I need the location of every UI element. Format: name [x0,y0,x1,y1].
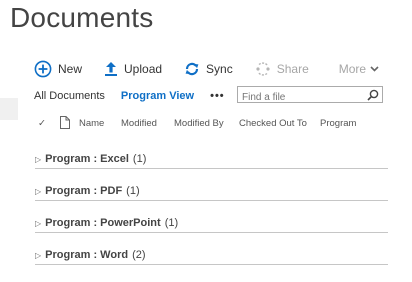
upload-label: Upload [124,62,163,76]
group-row-excel[interactable]: ▷ Program : Excel (1) [35,150,388,169]
page-title: Documents [10,2,154,33]
expand-arrow-icon[interactable]: ▷ [35,251,41,260]
chevron-down-icon [370,66,379,72]
group-row-word[interactable]: ▷ Program : Word (2) [35,246,388,265]
select-all-checkmark[interactable]: ✓ [38,118,46,129]
more-views-ellipsis[interactable]: ••• [210,90,225,102]
group-label: Program : PowerPoint [45,217,161,229]
expand-arrow-icon[interactable]: ▷ [35,155,41,164]
column-checked-out-to[interactable]: Checked Out To [239,118,307,129]
left-nav-edge [0,98,18,120]
sync-button[interactable]: Sync [184,61,233,77]
plus-circle-icon [34,60,52,78]
group-row-powerpoint[interactable]: ▷ Program : PowerPoint (1) [35,214,388,233]
upload-button[interactable]: Upload [104,61,162,77]
search-box [237,86,383,105]
search-icon[interactable] [367,89,379,101]
view-program-view[interactable]: Program View [121,90,194,102]
share-label: Share [276,62,309,76]
expand-arrow-icon[interactable]: ▷ [35,219,41,228]
new-label: New [58,62,83,76]
view-all-documents[interactable]: All Documents [34,90,105,102]
column-modified[interactable]: Modified [121,118,157,129]
group-count: (1) [132,153,147,165]
group-count: (1) [126,185,140,197]
share-icon [256,62,270,76]
column-program[interactable]: Program [320,118,356,129]
column-modified-by[interactable]: Modified By [174,118,224,129]
share-button[interactable]: Share [255,61,309,77]
column-name[interactable]: Name [79,118,104,129]
new-button[interactable]: New [34,60,82,78]
file-type-icon[interactable] [60,116,70,129]
group-count: (2) [132,249,146,261]
group-label: Program : Word [45,249,129,261]
more-label: More [338,62,367,76]
group-label: Program : Excel [45,153,129,165]
sync-label: Sync [206,62,233,76]
expand-arrow-icon[interactable]: ▷ [35,187,41,196]
group-count: (1) [164,217,179,229]
group-row-pdf[interactable]: ▷ Program : PDF (1) [35,182,388,201]
group-label: Program : PDF [45,185,123,197]
more-button[interactable]: More [339,62,385,76]
search-input[interactable] [238,90,360,105]
command-bar: New Upload Sync Share More [34,57,407,81]
sync-icon [185,62,199,76]
upload-arrow-icon [105,62,118,76]
